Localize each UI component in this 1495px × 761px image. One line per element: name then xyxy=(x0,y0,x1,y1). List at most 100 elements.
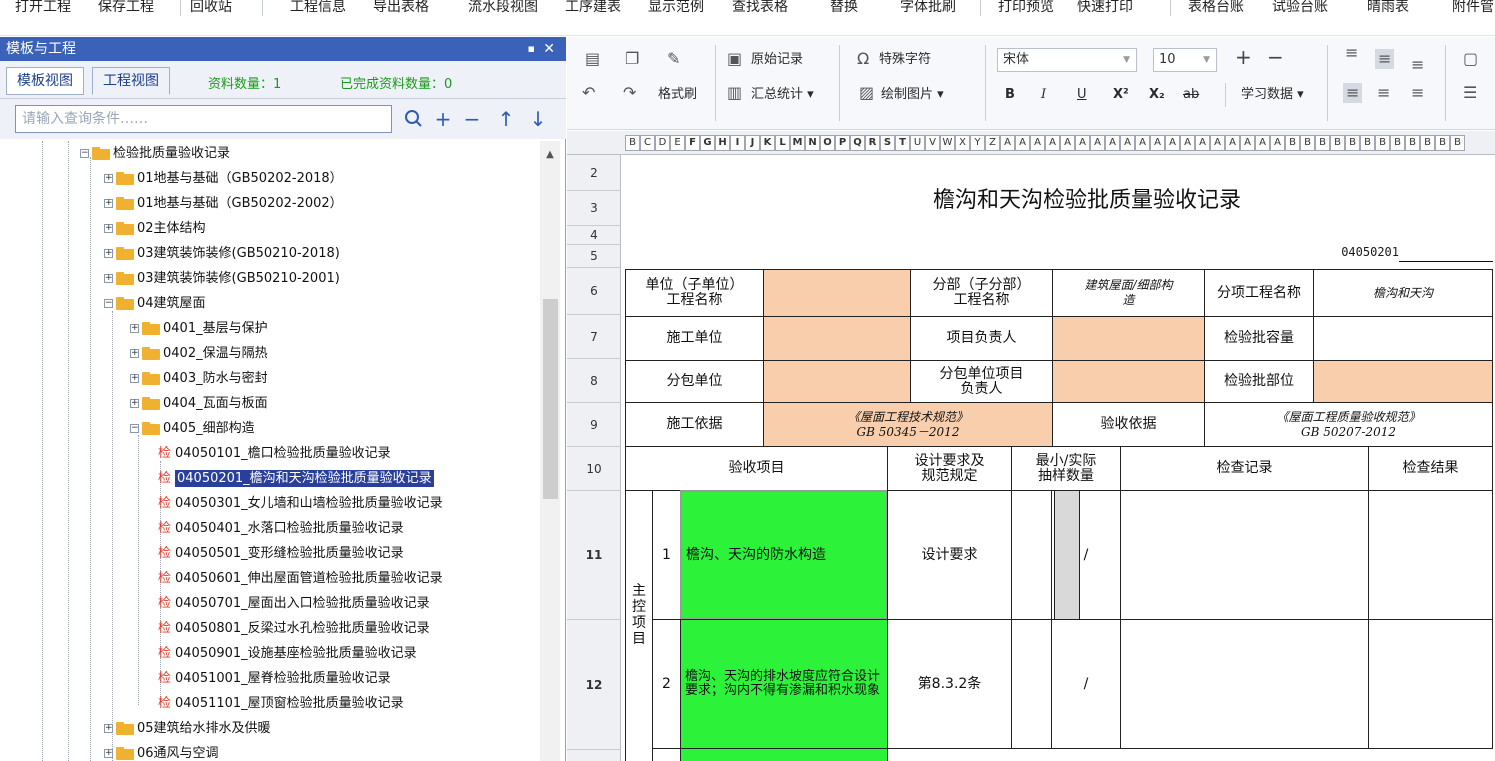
pin-icon[interactable]: ▪ xyxy=(528,37,535,61)
column-header[interactable]: B xyxy=(1300,135,1315,151)
field-batch-position[interactable] xyxy=(1313,360,1493,403)
tree-item[interactable]: +01地基与基础（GB50202-2002） xyxy=(104,191,343,216)
tree-item[interactable]: +0404_瓦面与板面 xyxy=(130,391,268,416)
tree-item[interactable]: 检 04050901_设施基座检验批质量验收记录 xyxy=(158,641,417,666)
align-middle-icon[interactable]: ≡ xyxy=(1375,49,1395,69)
expand-icon[interactable]: + xyxy=(104,174,113,183)
field-project-manager[interactable] xyxy=(1052,316,1205,361)
column-header[interactable]: B xyxy=(1360,135,1375,151)
menu-weather-table[interactable]: 晴雨表 xyxy=(1367,0,1409,20)
undo-icon[interactable]: ↶ xyxy=(582,83,595,103)
column-header[interactable]: A xyxy=(1270,135,1285,151)
column-header[interactable]: O xyxy=(820,135,835,151)
tree-item[interactable]: +0403_防水与密封 xyxy=(130,366,268,391)
column-header[interactable]: W xyxy=(940,135,955,151)
italic-button[interactable]: I xyxy=(1041,85,1046,105)
column-header[interactable]: A xyxy=(1000,135,1015,151)
column-header[interactable]: M xyxy=(790,135,805,151)
menu-test-ledger[interactable]: 试验台账 xyxy=(1272,0,1328,20)
column-header[interactable]: A xyxy=(1240,135,1255,151)
redo-icon[interactable]: ↷ xyxy=(623,83,636,103)
menu-font-brush[interactable]: 字体批刷 xyxy=(900,0,956,20)
column-header[interactable]: A xyxy=(1195,135,1210,151)
column-header[interactable]: A xyxy=(1090,135,1105,151)
row-header[interactable]: 11 xyxy=(567,491,621,620)
expand-icon[interactable]: + xyxy=(104,724,113,733)
field-unit-project[interactable] xyxy=(763,269,911,317)
tree-item[interactable]: 检 04050701_屋面出入口检验批质量验收记录 xyxy=(158,591,430,616)
column-header[interactable]: A xyxy=(1225,135,1240,151)
column-header[interactable]: N xyxy=(805,135,820,151)
column-header[interactable]: K xyxy=(760,135,775,151)
menu-recycle-bin[interactable]: 回收站 xyxy=(190,0,232,20)
expand-icon[interactable]: + xyxy=(130,399,139,408)
column-header[interactable]: B xyxy=(1450,135,1465,151)
row-header[interactable]: 4 xyxy=(567,226,621,245)
menu-save-project[interactable]: 保存工程 xyxy=(98,0,154,20)
tree-item[interactable]: +01地基与基础（GB50202-2018） xyxy=(104,166,343,191)
column-header[interactable]: B xyxy=(1315,135,1330,151)
tree-item[interactable]: +03建筑装饰装修(GB50210-2001) xyxy=(104,266,340,291)
align-right-icon[interactable]: ≡ xyxy=(1411,83,1424,103)
column-header[interactable]: A xyxy=(1060,135,1075,151)
omega-icon[interactable]: Ω xyxy=(857,49,869,69)
row-header[interactable]: 6 xyxy=(567,268,621,315)
field-subcontract-unit[interactable] xyxy=(763,360,911,403)
column-header[interactable]: B xyxy=(625,135,640,151)
column-header[interactable]: R xyxy=(865,135,880,151)
align-top-icon[interactable]: ≡ xyxy=(1345,43,1358,63)
column-header[interactable]: A xyxy=(1255,135,1270,151)
copy-icon[interactable]: ❐ xyxy=(625,49,639,69)
superscript-button[interactable]: X² xyxy=(1113,85,1129,105)
column-header[interactable]: B xyxy=(1435,135,1450,151)
menu-find-table[interactable]: 查找表格 xyxy=(732,0,788,20)
column-header[interactable]: X xyxy=(955,135,970,151)
menu-open-project[interactable]: 打开工程 xyxy=(15,0,71,20)
tree-item[interactable]: 检 04050201_檐沟和天沟检验批质量验收记录 xyxy=(158,466,434,491)
tab-project-view[interactable]: 工程视图 xyxy=(92,67,170,95)
summary-icon[interactable]: ▥ xyxy=(727,83,742,103)
learn-data-button[interactable]: 学习数据 ▾ xyxy=(1241,85,1304,105)
collapse-icon[interactable]: − xyxy=(80,149,89,158)
menu-table-ledger[interactable]: 表格台账 xyxy=(1188,0,1244,20)
add-icon[interactable]: + xyxy=(432,105,454,133)
field-batch-capacity[interactable] xyxy=(1313,316,1493,361)
column-header[interactable]: V xyxy=(925,135,940,151)
align-center-icon[interactable]: ≡ xyxy=(1377,83,1390,103)
column-header[interactable]: J xyxy=(745,135,760,151)
field-sub-project[interactable]: 建筑屋面/细部构 造 xyxy=(1052,269,1205,317)
column-header[interactable]: S xyxy=(880,135,895,151)
column-header[interactable]: A xyxy=(1180,135,1195,151)
menu-attachment[interactable]: 附件管 xyxy=(1452,0,1494,20)
tree-item[interactable]: +0401_基层与保护 xyxy=(130,316,268,341)
tree-item[interactable]: 检 04050101_檐口检验批质量验收记录 xyxy=(158,441,391,466)
menu-project-info[interactable]: 工程信息 xyxy=(290,0,346,20)
item-1-sample[interactable]: / xyxy=(1051,490,1121,620)
field-construction-unit[interactable] xyxy=(763,316,911,361)
expand-icon[interactable]: + xyxy=(104,274,113,283)
column-header[interactable]: A xyxy=(1150,135,1165,151)
underline-button[interactable]: U xyxy=(1077,85,1087,105)
tree-item[interactable]: − 04建筑屋面 xyxy=(104,291,206,316)
expand-icon[interactable]: + xyxy=(104,749,113,758)
column-header[interactable]: F xyxy=(685,135,700,151)
tree-item[interactable]: +03建筑装饰装修(GB50210-2018) xyxy=(104,241,340,266)
column-header[interactable]: A xyxy=(1045,135,1060,151)
tree-item[interactable]: +02主体结构 xyxy=(104,216,206,241)
column-header[interactable]: Q xyxy=(850,135,865,151)
subscript-button[interactable]: X₂ xyxy=(1149,85,1165,105)
row-header[interactable]: 8 xyxy=(567,359,621,403)
column-header[interactable]: Z xyxy=(985,135,1000,151)
row-header[interactable]: 12 xyxy=(567,620,621,750)
column-header[interactable]: A xyxy=(1120,135,1135,151)
item-2-min-sample[interactable] xyxy=(1011,619,1052,749)
item-1-min-sample[interactable] xyxy=(1011,490,1055,620)
item-1-requirement[interactable]: 设计要求 xyxy=(887,490,1012,620)
menu-process-table[interactable]: 工序建表 xyxy=(565,0,621,20)
column-header[interactable]: D xyxy=(655,135,670,151)
paste-icon[interactable]: ▤ xyxy=(585,49,600,69)
menu-print-preview[interactable]: 打印预览 xyxy=(998,0,1054,20)
item-1-record[interactable] xyxy=(1120,490,1369,620)
column-header[interactable]: B xyxy=(1285,135,1300,151)
column-header[interactable]: P xyxy=(835,135,850,151)
